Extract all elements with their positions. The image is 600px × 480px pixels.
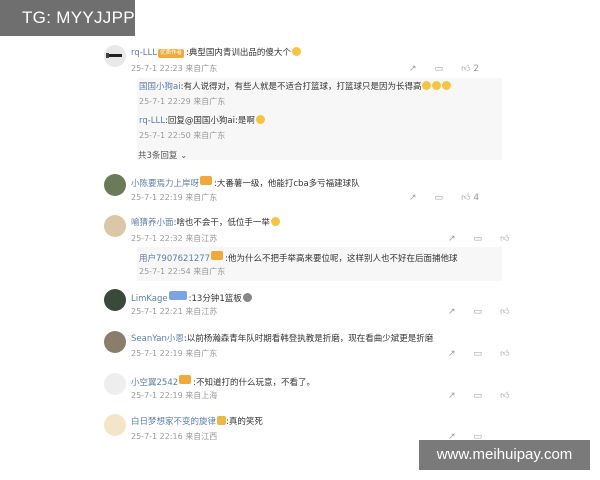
comment-meta: 25-7-1 22:23 来自广东 [131,64,218,73]
comment-text: 白日梦想家不变的旋律 :真的笑死 [131,416,263,428]
avatar[interactable] [104,289,126,311]
comment-actions: ↗ ▭ 👍︎ 2 [409,63,479,75]
reply-username[interactable]: rq-LLL [139,116,165,126]
like-icon[interactable]: 👍︎ [500,306,509,318]
username[interactable]: 小空翼2542 [131,378,178,388]
share-icon[interactable]: ↗ [409,192,417,204]
share-icon[interactable]: ↗ [448,233,456,245]
reply-username[interactable]: 国国小狗ai [139,82,181,92]
comment-meta: 25-7-1 22:32 来自江苏 [131,234,218,243]
comment-body: :大番薯一级，他能打cba多亏福建球队 [214,179,360,189]
like-count: 4 [473,193,480,203]
comment-actions: ↗ ▭ 👍︎ [448,390,509,402]
avatar[interactable] [104,414,126,436]
user-badge: 优质作者 [158,49,185,58]
reply-meta: 25-7-1 22:50 来自广东 [139,131,226,140]
reply-username[interactable]: 用户7907621277 [139,254,210,264]
comment-meta: 25-7-1 22:19 来自上海 [131,391,218,400]
comment-meta: 25-7-1 22:19 来自广东 [131,349,218,358]
reply-text: 国国小狗ai:有人说得对，有些人就是不适合打篮球，打篮球只是因为长得高 [139,81,452,93]
share-icon[interactable]: ↗ [448,390,456,402]
avatar[interactable] [104,373,126,395]
reply-meta: 25-7-1 22:54 来自广东 [139,267,226,276]
share-icon[interactable]: ↗ [409,63,417,75]
comment-body: :13分钟1篮板 [188,294,242,304]
comment-icon[interactable]: ▭ [435,192,444,204]
avatar[interactable] [104,174,126,196]
more-replies-link[interactable]: 共3条回复 ⌄ [138,150,187,162]
username[interactable]: rq-LLL [131,48,157,58]
comment-meta: 25-7-1 22:19 来自广东 [131,193,218,202]
comment-text: 小空翼2542 :不知道打的什么玩意，不看了。 [131,375,315,389]
user-badge-icon [168,291,187,300]
like-count: 2 [473,64,480,74]
like-icon[interactable]: 👍︎ [461,63,470,75]
comment-icon[interactable]: ▭ [435,63,444,75]
comment-text: SeanYan小恩:以前杨瀚森青年队时期看韩登执教是折磨，现在看曲少斌更是折磨 [131,333,433,345]
comment-body: :不知道打的什么玩意，不看了。 [193,378,316,388]
comment-body: :典型国内青训出品的傻大个 [186,48,291,58]
like-icon[interactable]: 👍︎ [500,233,509,245]
chevron-down-icon: ⌄ [180,151,188,161]
comment-body: :以前杨瀚森青年队时期看韩登执教是折磨，现在看曲少斌更是折磨 [183,334,434,344]
user-badge-icon [179,375,192,384]
share-icon[interactable]: ↗ [448,348,456,360]
username[interactable]: 喻猜养小面 [131,218,174,228]
comment-1: rq-LLL 优质作者:典型国内青训出品的傻大个 25-7-1 22:23 来自广… [0,0,600,165]
username[interactable]: 白日梦想家不变的旋律 [131,417,216,427]
comment-actions: ↗ ▭ 👍︎ 4 [409,192,479,204]
emoji-icon [255,115,265,124]
avatar[interactable] [104,331,126,353]
user-badge-icon [200,176,213,185]
comment-body: :真的笑死 [226,417,263,427]
like-icon[interactable]: 👍︎ [500,348,509,360]
reply-text: rq-LLL:回复@国国小狗ai:是啊 [139,115,265,127]
reply-text: 用户7907621277 :他为什么不把手举高来要位呢，这样别人也不好在后面捕他球 [139,251,457,265]
reply-meta: 25-7-1 22:29 来自广东 [139,97,226,106]
comment-text: 喻猜养小面:啥也不会干，低位手一举 [131,217,280,229]
comment-icon[interactable]: ▭ [474,306,483,318]
comment-meta: 25-7-1 22:16 来自江西 [131,432,218,441]
comment-meta: 25-7-1 22:21 来自江苏 [131,307,218,316]
comment-actions: ↗ ▭ 👍︎ [448,348,509,360]
avatar[interactable] [104,215,126,237]
share-icon[interactable]: ↗ [448,306,456,318]
reply-body: :他为什么不把手举高来要位呢，这样别人也不好在后面捕他球 [225,254,458,264]
comment-icon[interactable]: ▭ [474,348,483,360]
username[interactable]: 小陈要焉力上岸呀 [131,179,199,189]
like-icon[interactable]: 👍︎ [461,192,470,204]
comment-text: 小陈要焉力上岸呀 :大番薯一级，他能打cba多亏福建球队 [131,176,360,190]
comment-text: LimKage :13分钟1篮板 [131,291,252,305]
username[interactable]: SeanYan小恩 [131,334,184,344]
comment-actions: ↗ ▭ 👍︎ [448,233,509,245]
watermark-bottom: www.meihuipay.com [419,440,590,470]
user-badge-icon [211,251,224,260]
comment-icon[interactable]: ▭ [474,390,483,402]
emoji-icon [270,217,280,226]
reply-body: :有人说得对，有些人就是不适合打篮球，打篮球只是因为长得高 [180,82,422,92]
reply-body: :回复@国国小狗ai:是啊 [165,116,255,126]
comment-body: :啥也不会干，低位手一举 [173,218,270,228]
emoji-icon [291,47,301,56]
username[interactable]: LimKage [131,294,168,304]
crown-icon [217,416,227,425]
like-icon[interactable]: 👍︎ [500,390,509,402]
comment-text: rq-LLL 优质作者:典型国内青训出品的傻大个 [131,47,301,59]
avatar[interactable] [104,45,126,67]
emoji-icon [242,293,252,302]
comment-actions: ↗ ▭ 👍︎ [448,306,509,318]
comment-icon[interactable]: ▭ [474,233,483,245]
